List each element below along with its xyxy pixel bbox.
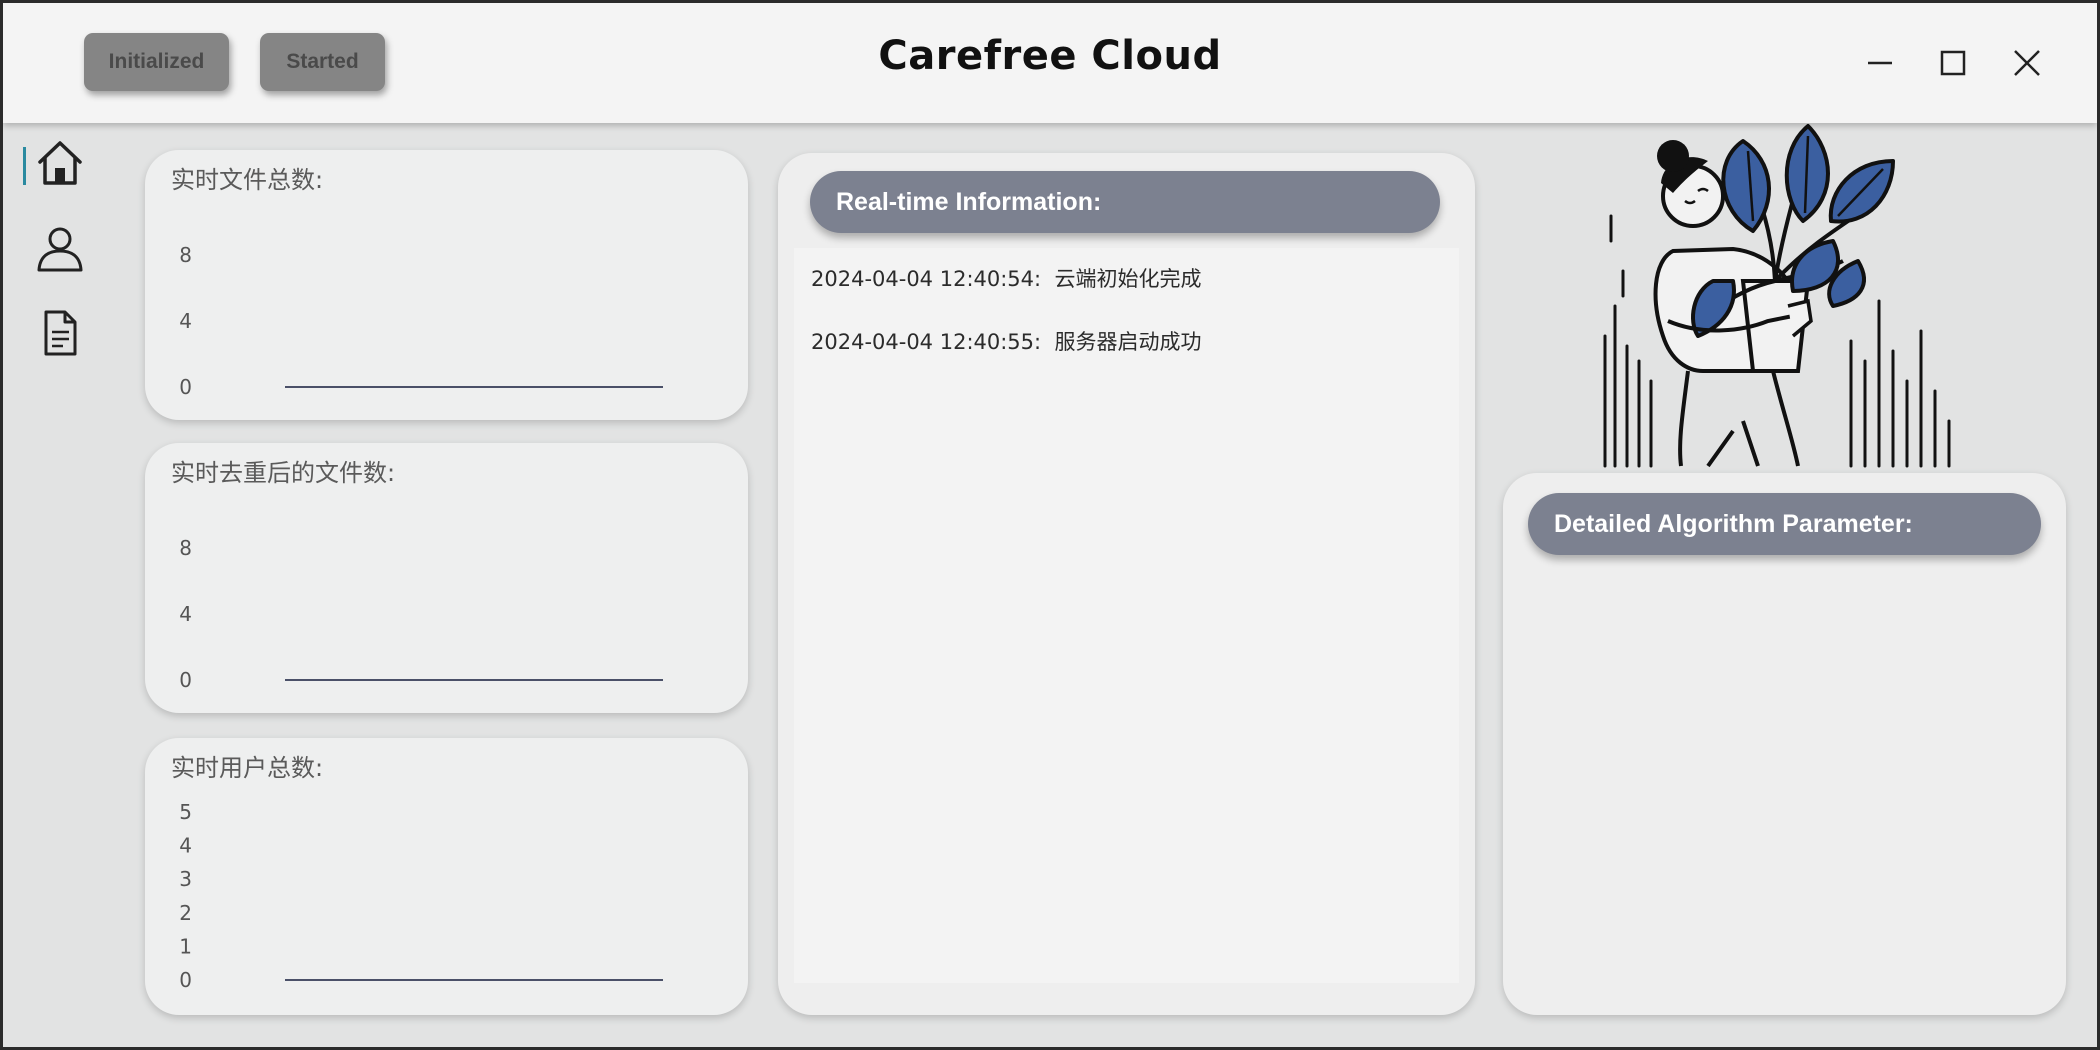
user-icon — [35, 223, 85, 278]
y-tick-label: 4 — [179, 834, 192, 858]
y-tick-label: 1 — [179, 934, 192, 958]
algorithm-panel: Detailed Algorithm Parameter: — [1503, 473, 2066, 1015]
y-tick-label: 0 — [179, 375, 192, 399]
line-chart: 0 4 8 — [179, 536, 663, 692]
minimize-icon[interactable] — [1850, 33, 1910, 93]
log-time: 2024-04-04 12:40:55: — [811, 330, 1042, 354]
log-time: 2024-04-04 12:40:54: — [811, 267, 1042, 291]
y-tick-label: 0 — [179, 668, 192, 692]
chart-card-dedup-files: 实时去重后的文件数: 048 — [145, 443, 748, 713]
log-area[interactable]: 2024-04-04 12:40:54: 云端初始化完成 2024-04-04 … — [794, 248, 1459, 983]
title-bar[interactable]: Initialized Started Carefree Cloud — [3, 3, 2097, 123]
y-tick-label: 4 — [179, 309, 192, 333]
close-icon[interactable] — [1997, 33, 2057, 93]
plant-person-illustration — [1593, 121, 1973, 471]
log-entry: 2024-04-04 12:40:55: 服务器启动成功 — [811, 326, 1201, 356]
log-entry: 2024-04-04 12:40:54: 云端初始化完成 — [811, 263, 1201, 293]
y-tick-label: 5 — [179, 800, 192, 824]
y-tick-label: 2 — [179, 901, 192, 925]
maximize-icon[interactable] — [1923, 33, 1983, 93]
y-tick-label: 0 — [179, 968, 192, 992]
chart-card-total-files: 实时文件总数: 048 — [145, 150, 748, 420]
algorithm-header: Detailed Algorithm Parameter: — [1528, 493, 2041, 555]
realtime-header: Real-time Information: — [810, 171, 1440, 233]
y-tick-label: 8 — [179, 536, 192, 560]
log-message: 云端初始化完成 — [1054, 267, 1202, 291]
app-title: Carefree Cloud — [878, 33, 1222, 79]
y-tick-label: 8 — [179, 243, 192, 267]
line-chart: 0 4 8 — [179, 243, 663, 399]
realtime-panel: Real-time Information: 2024-04-04 12:40:… — [778, 153, 1475, 1015]
log-message: 服务器启动成功 — [1054, 330, 1202, 354]
chart-card-total-users: 实时用户总数: 012345 — [145, 738, 748, 1015]
nav-home[interactable] — [23, 130, 97, 200]
nav-document[interactable] — [23, 300, 97, 370]
nav-user[interactable] — [23, 215, 97, 285]
home-icon — [35, 138, 85, 193]
y-tick-label: 3 — [179, 867, 192, 891]
app-window: Initialized Started Carefree Cloud 实时文件总… — [3, 3, 2097, 1047]
line-chart: 0 1 2 3 4 5 — [179, 800, 663, 992]
active-indicator — [23, 147, 26, 185]
y-tick-label: 4 — [179, 602, 192, 626]
document-icon — [35, 308, 85, 363]
